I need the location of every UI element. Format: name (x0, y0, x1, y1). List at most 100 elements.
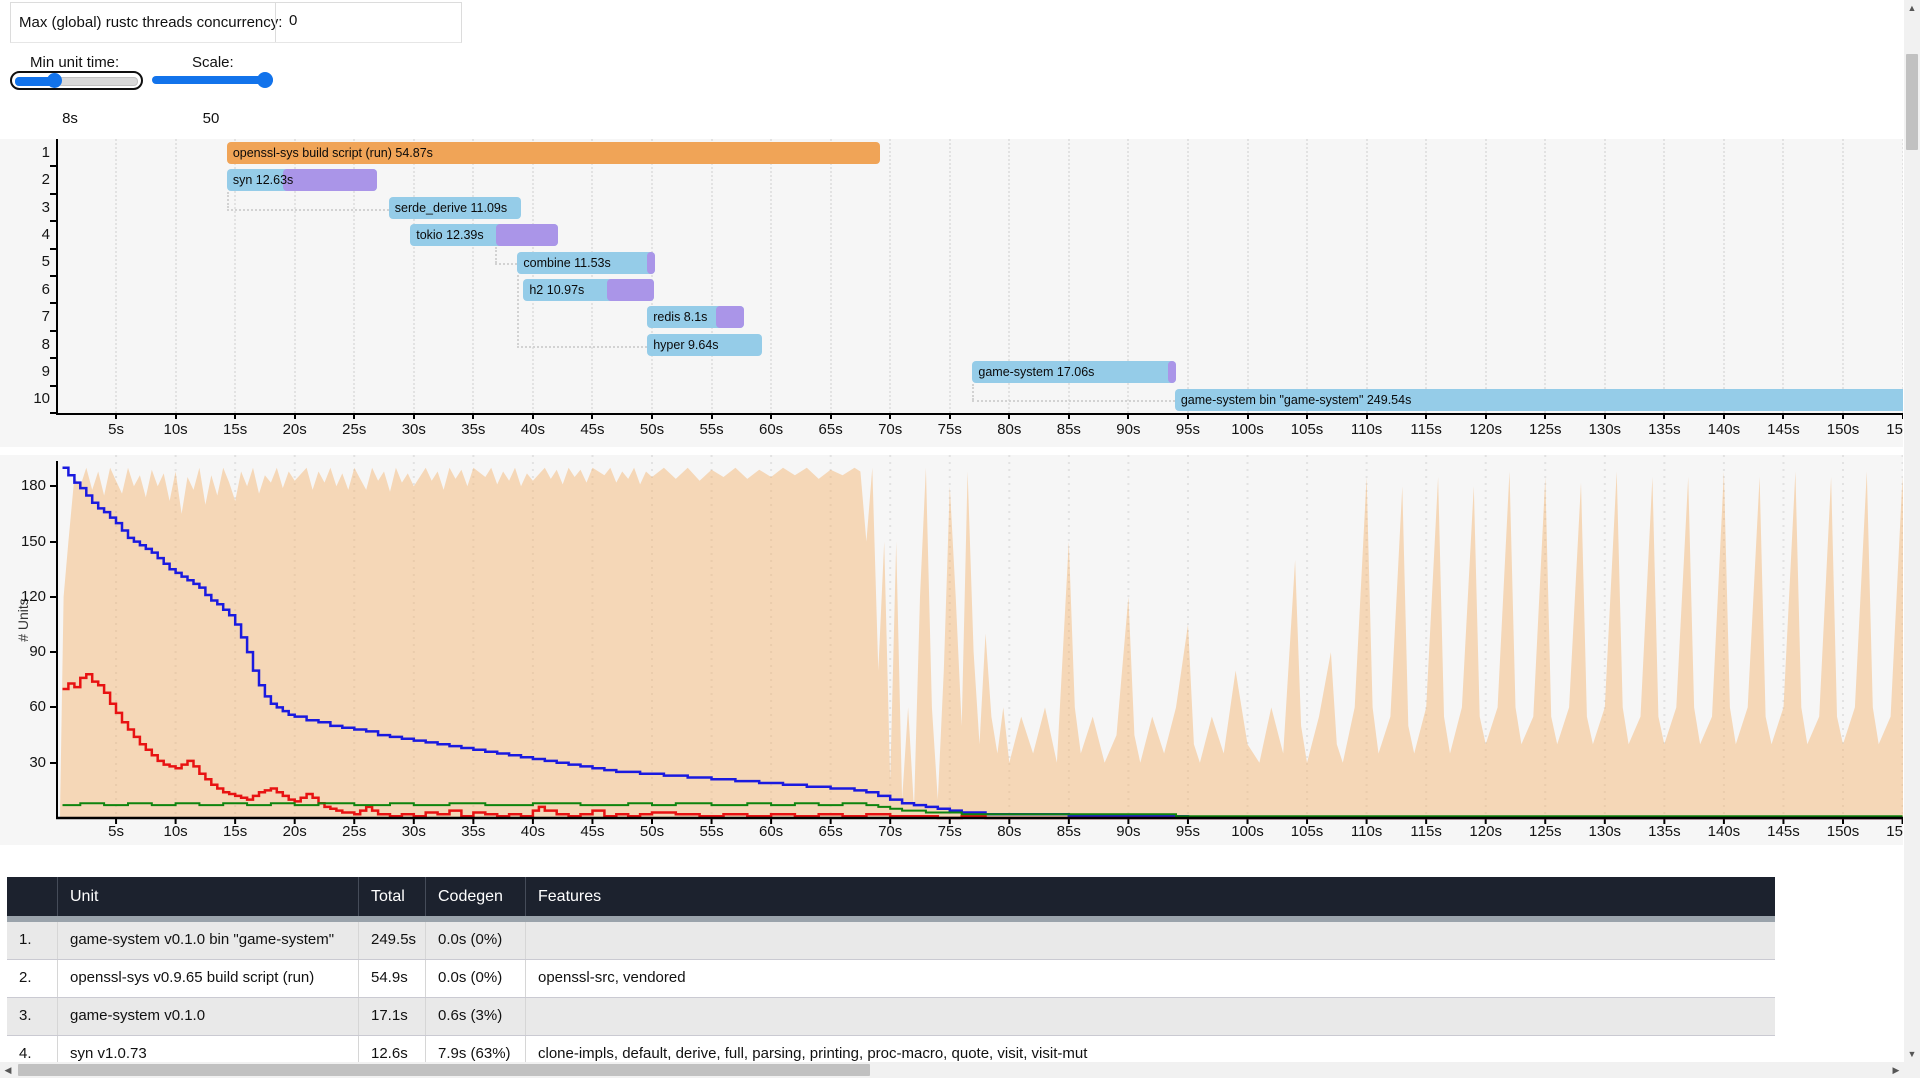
table-row: 2. openssl-sys v0.9.65 build script (run)… (7, 960, 1775, 998)
gantt-unit-bar[interactable]: tokio 12.39s (410, 224, 558, 247)
column-header: Total (358, 877, 425, 916)
slider-track[interactable] (152, 76, 273, 84)
column-header: Features (525, 877, 1775, 916)
gantt-unit-bar[interactable]: serde_derive 11.09s (388, 196, 521, 219)
gantt-row-number: 1 (41, 143, 50, 161)
dependency-line (494, 263, 518, 266)
gridline (1722, 139, 1725, 413)
y-axis-tick (50, 165, 56, 168)
y-axis-tick (50, 247, 56, 250)
gantt-bar-label: serde_derive 11.09s (394, 200, 508, 215)
gantt-bar-label: tokio 12.39s (416, 228, 484, 243)
min-unit-time-slider[interactable] (10, 71, 143, 90)
gantt-row-number: 6 (41, 280, 50, 298)
codegen-cell: 0.0s (0%) (425, 960, 525, 997)
y-axis-tick (50, 302, 56, 305)
y-axis-tick (50, 192, 56, 195)
slider-thumb-icon[interactable] (47, 73, 62, 88)
total-cell: 249.5s (358, 922, 425, 959)
codegen-segment (606, 279, 654, 301)
x-axis-label: 25s (342, 421, 367, 438)
gantt-row-number: 5 (41, 253, 50, 271)
x-axis-label: 120s (1469, 421, 1502, 438)
x-axis-label: 60s (759, 421, 784, 438)
gridline (591, 139, 594, 413)
scroll-left-icon[interactable]: ◀ (0, 1062, 16, 1078)
x-axis-label: 100s (1231, 421, 1264, 438)
gantt-unit-bar[interactable]: hyper 9.64s (647, 333, 763, 356)
gridline (829, 139, 832, 413)
gridline (1663, 139, 1666, 413)
gantt-row-number: 7 (41, 308, 50, 326)
gantt-y-axis (56, 139, 58, 415)
scroll-up-icon[interactable]: ▲ (1904, 0, 1920, 16)
gantt-unit-bar[interactable]: syn 12.63s (226, 169, 378, 192)
cargo-timings-page: { "controls": { "max_threads_label": "Ma… (0, 0, 1920, 1078)
x-axis-label: 45s (580, 421, 605, 438)
x-axis-label: 130s (1588, 421, 1622, 438)
dependency-line (517, 345, 648, 348)
scale-slider[interactable] (152, 72, 273, 89)
total-cell: 54.9s (358, 960, 425, 997)
horizontal-scrollbar-thumb[interactable] (18, 1064, 870, 1076)
gridline (1365, 139, 1368, 413)
y-axis-tick (50, 384, 56, 387)
vertical-scrollbar[interactable]: ▲ ▼ (1904, 0, 1920, 1062)
min-unit-time-label: Min unit time: (30, 54, 120, 71)
gantt-row-number: 4 (41, 225, 50, 243)
column-header: Unit (57, 877, 358, 916)
gantt-row-number: 10 (33, 390, 50, 408)
gantt-row-number: 8 (41, 335, 50, 353)
gantt-bar-label: game-system bin "game-system" 249.54s (1180, 392, 1412, 407)
x-axis-label: 30s (401, 421, 426, 438)
unit-table-header-row: Unit Total Codegen Features (7, 877, 1775, 916)
gantt-unit-bar[interactable]: combine 11.53s (517, 251, 655, 274)
gantt-unit-bar[interactable]: openssl-sys build script (run) 54.87s (226, 142, 881, 164)
gantt-bar-label: hyper 9.64s (653, 337, 719, 352)
x-axis-label: 20s (282, 421, 307, 438)
cpu-usage-area (60, 467, 1903, 818)
gridline (1901, 139, 1903, 413)
gridline (948, 139, 951, 413)
scroll-right-icon[interactable]: ▶ (1888, 1062, 1904, 1078)
scroll-down-icon[interactable]: ▼ (1904, 1046, 1920, 1062)
gantt-unit-bar[interactable]: h2 10.97s (523, 279, 654, 301)
x-axis-label: 90s (1116, 421, 1141, 438)
y-axis-tick (50, 275, 56, 277)
y-axis-tick (50, 329, 56, 332)
gridline (1842, 139, 1844, 413)
gridline (531, 139, 534, 413)
max-threads-input[interactable] (287, 11, 441, 30)
units-over-time-chart: # Units 30 60 90 120 150 180 5s 10s 15s 20s 25s 30s… (0, 455, 1903, 845)
x-axis-label: 75s (937, 421, 962, 438)
gantt-unit-bar[interactable]: game-system bin "game-system" 249.54s (1174, 388, 1903, 411)
x-axis-label: 40s (520, 421, 545, 438)
gantt-unit-bar[interactable]: redis 8.1s (647, 306, 744, 329)
dependency-line (226, 192, 229, 209)
y-axis-tick (50, 220, 56, 223)
gantt-bar-label: combine 11.53s (523, 255, 611, 270)
x-axis-label: 80s (997, 421, 1022, 438)
gantt-bar-label: game-system 17.06s (978, 365, 1095, 380)
features-cell: openssl-src, vendored (525, 960, 1775, 997)
slider-thumb-icon[interactable] (257, 72, 273, 88)
scale-label: Scale: (192, 54, 234, 71)
x-axis-label: 95s (1175, 421, 1201, 438)
gridline (1246, 139, 1249, 413)
vertical-scrollbar-thumb[interactable] (1906, 54, 1918, 150)
x-axis-label: 135s (1648, 421, 1681, 438)
x-axis-label: 125s (1528, 421, 1562, 438)
gridline (1782, 139, 1785, 413)
gantt-unit-bar[interactable]: game-system 17.06s (972, 361, 1176, 384)
units-chart-canvas (56, 455, 1903, 824)
table-row: 1. game-system v0.1.0 bin "game-system" 24… (7, 922, 1775, 960)
features-cell (525, 922, 1775, 959)
codegen-cell: 0.0s (0%) (425, 922, 525, 959)
gridline (1306, 139, 1309, 413)
codegen-segment (495, 224, 558, 247)
row-number-cell: 3. (19, 1007, 32, 1024)
scrollbar-corner (1904, 1062, 1920, 1078)
max-threads-label: Max (global) rustc threads concurrency: (19, 14, 283, 31)
horizontal-scrollbar[interactable]: ◀ ▶ (0, 1062, 1904, 1078)
gridline (710, 139, 713, 413)
